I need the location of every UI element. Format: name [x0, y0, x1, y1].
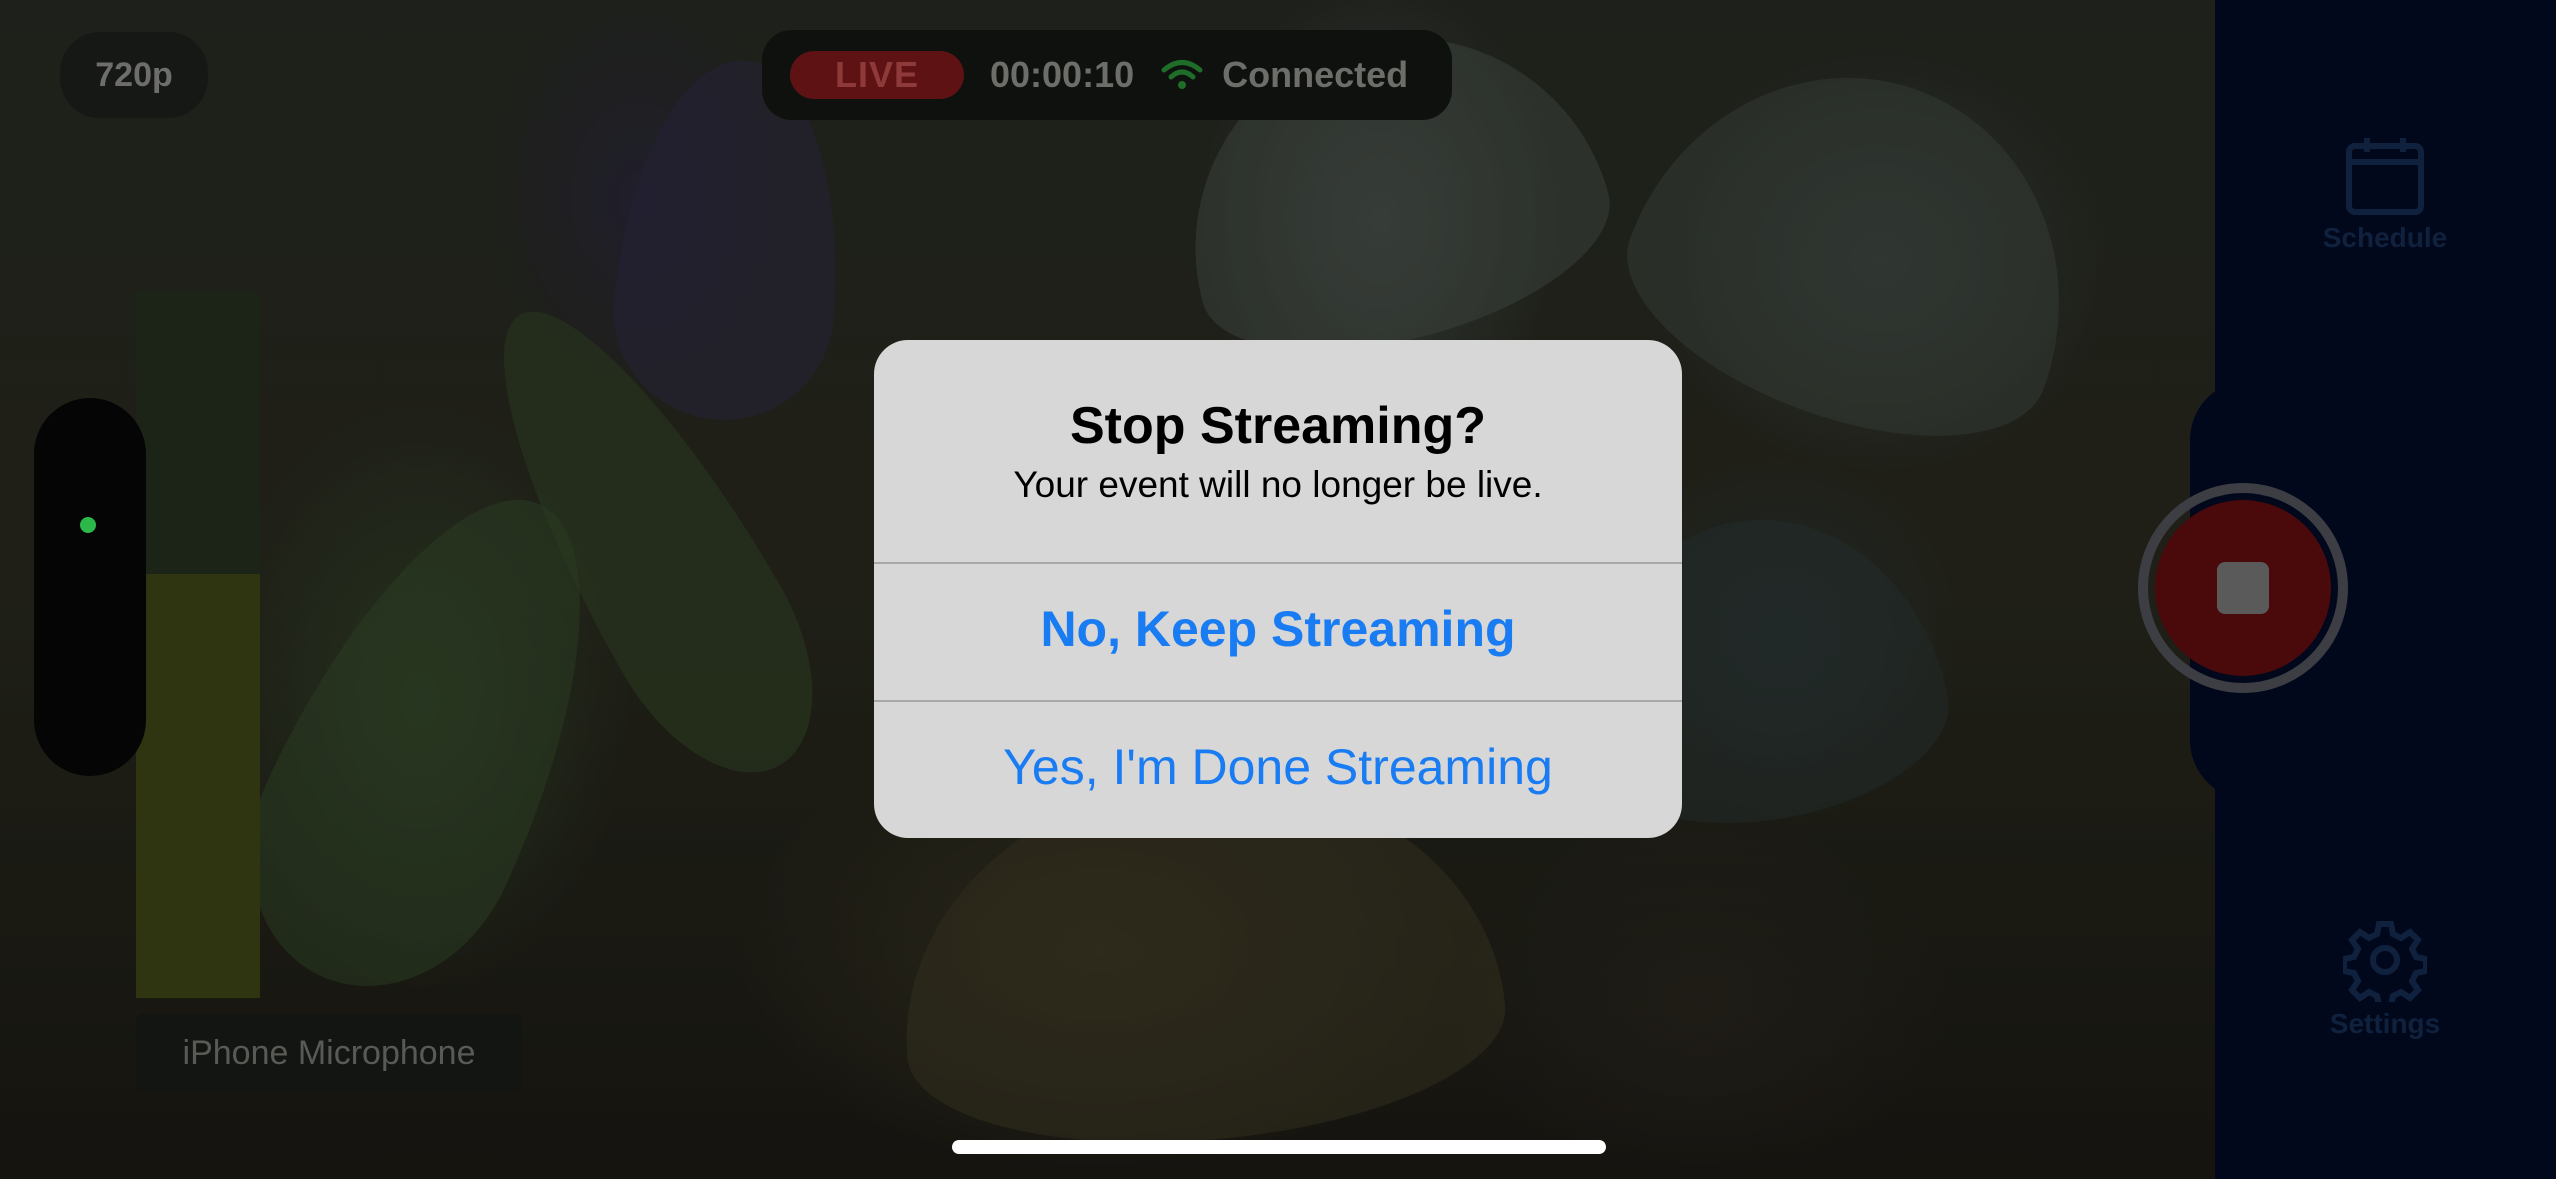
schedule-button[interactable]: Schedule [2305, 136, 2465, 254]
stop-icon [2217, 562, 2269, 614]
stop-streaming-alert: Stop Streaming? Your event will no longe… [874, 340, 1682, 838]
alert-title: Stop Streaming? [1069, 397, 1487, 455]
stop-button-core [2155, 500, 2331, 676]
alert-message: Your event will no longer be live. [1013, 464, 1543, 505]
audio-input-selector[interactable]: iPhone Microphone [136, 1014, 522, 1092]
elapsed-timer: 00:00:10 [990, 54, 1135, 95]
calendar-icon [2305, 136, 2465, 216]
done-streaming-button[interactable]: Yes, I'm Done Streaming [874, 738, 1682, 796]
alert-divider [874, 700, 1682, 702]
resolution-badge[interactable]: 720p [60, 32, 208, 118]
gain-slider-thumb[interactable] [80, 517, 96, 533]
wifi-icon [1160, 57, 1204, 93]
home-indicator[interactable] [952, 1140, 1606, 1154]
connection-status: Connected [1222, 54, 1409, 95]
live-badge: LIVE [790, 51, 964, 99]
settings-label: Settings [2329, 1008, 2441, 1039]
audio-level-fill [136, 574, 260, 998]
audio-level-meter [136, 292, 260, 998]
settings-button[interactable]: Settings [2305, 918, 2465, 1040]
alert-divider [874, 562, 1682, 564]
stream-status-bar: LIVE 00:00:10 Connected [762, 30, 1452, 120]
stop-stream-button[interactable] [2138, 483, 2348, 693]
keep-streaming-button[interactable]: No, Keep Streaming [874, 600, 1682, 658]
gear-icon [2305, 918, 2465, 1002]
gain-slider[interactable] [34, 398, 146, 776]
schedule-label: Schedule [2322, 222, 2448, 253]
